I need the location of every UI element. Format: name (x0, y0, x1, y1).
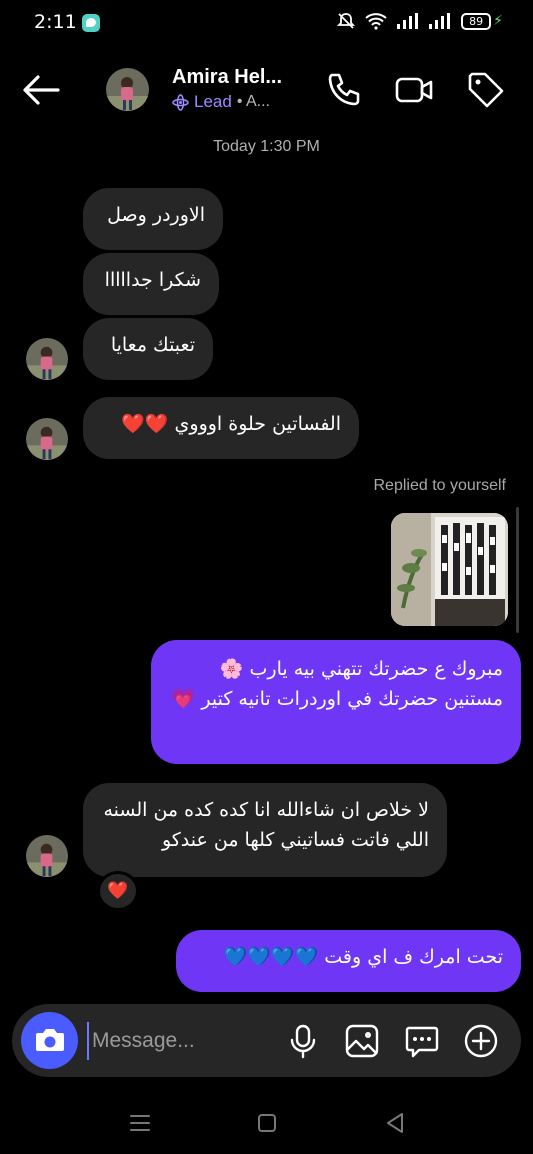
camera-button[interactable] (21, 1012, 78, 1069)
tag-icon[interactable] (466, 70, 506, 110)
heart-emoji: ❤️❤️ (121, 413, 169, 435)
incoming-message[interactable]: شكرا جدااااا (83, 253, 219, 315)
message-input[interactable] (87, 1022, 277, 1060)
status-time: 2:11 (34, 11, 77, 33)
image-icon[interactable] (343, 1022, 381, 1060)
sender-avatar[interactable] (26, 835, 68, 877)
subtitle-rest: • A... (236, 93, 270, 110)
back-nav-icon[interactable] (380, 1108, 410, 1138)
status-icons: 89 ⚡ (337, 12, 503, 30)
charging-icon: ⚡ (493, 13, 503, 29)
microphone-icon[interactable] (284, 1022, 322, 1060)
outgoing-message[interactable]: تحت امرك ف اي وقت 💙💙💙💙 (176, 930, 521, 992)
reaction-emoji: ❤️ (107, 881, 129, 901)
video-camera-icon[interactable] (394, 70, 434, 110)
lead-label: Lead (194, 92, 232, 111)
message-text: الفساتين حلوة اوووي (174, 413, 341, 435)
mute-icon (337, 13, 356, 29)
signal-icon (397, 13, 419, 29)
message-text: تعبتك معايا (110, 334, 195, 356)
message-text: الاوردر وصل (107, 204, 205, 226)
heart-reaction[interactable]: ❤️ (97, 871, 139, 911)
wifi-icon (365, 13, 387, 30)
status-bar: 2:11 89 ⚡ (0, 0, 533, 48)
message-text: لا خلاص ان شاءالله انا كده كده من السنه … (103, 799, 429, 852)
phone-icon[interactable] (324, 70, 364, 110)
chat-timestamp: Today 1:30 PM (213, 138, 320, 155)
message-text: مبروك ع حضرتك تتهني بيه يارب 🌸 مستنين حض… (171, 658, 503, 711)
recent-apps-icon[interactable] (125, 1108, 155, 1138)
blue-heart-emoji: 💙💙💙💙 (223, 946, 319, 968)
contact-subtitle: Lead • A... (172, 92, 270, 112)
system-navigation-bar (0, 1090, 533, 1154)
replied-label: Replied to yourself (373, 477, 506, 494)
plus-circle-icon[interactable] (462, 1022, 500, 1060)
home-icon[interactable] (252, 1108, 282, 1138)
message-text: تحت امرك ف اي وقت (324, 946, 503, 968)
message-composer (12, 1004, 521, 1077)
chat-header: Amira Hel... Lead • A... (0, 52, 533, 128)
arrow-left-icon[interactable] (20, 70, 62, 110)
sender-avatar[interactable] (26, 418, 68, 460)
lead-atom-icon (172, 93, 189, 111)
chat-bubble-icon[interactable] (403, 1022, 441, 1060)
incoming-message[interactable]: الفساتين حلوة اوووي ❤️❤️ (83, 397, 359, 459)
camera-icon (36, 1029, 64, 1051)
app-notification-icon (82, 14, 100, 32)
signal-icon-2 (429, 13, 451, 29)
reply-indicator-bar (516, 507, 519, 633)
incoming-message[interactable]: الاوردر وصل (83, 188, 223, 250)
incoming-message[interactable]: لا خلاص ان شاءالله انا كده كده من السنه … (83, 783, 447, 877)
outgoing-message[interactable]: مبروك ع حضرتك تتهني بيه يارب 🌸 مستنين حض… (151, 640, 521, 764)
sender-avatar[interactable] (26, 338, 68, 380)
battery-indicator: 89 (461, 12, 492, 30)
replied-image-thumbnail[interactable] (391, 513, 508, 626)
message-text: شكرا جدااااا (104, 269, 201, 291)
contact-avatar[interactable] (106, 68, 149, 111)
contact-name[interactable]: Amira Hel... (172, 66, 282, 89)
incoming-message[interactable]: تعبتك معايا (83, 318, 213, 380)
